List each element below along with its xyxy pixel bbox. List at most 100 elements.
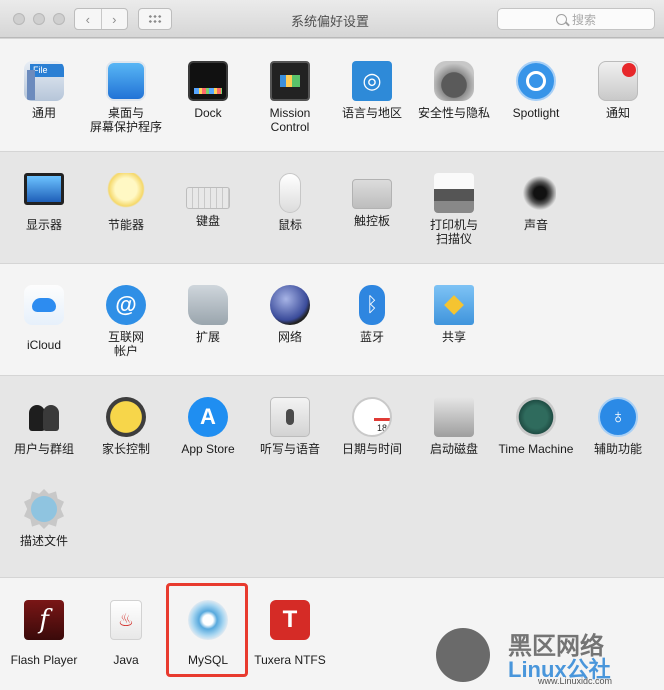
pref-label: 网络 (277, 330, 302, 344)
pref-users-groups[interactable]: 用户与群组 (3, 397, 85, 493)
close-window-button[interactable] (13, 13, 25, 25)
pref-parental-controls[interactable]: 家长控制 (85, 397, 167, 493)
pref-displays[interactable]: 显示器 (3, 173, 85, 269)
mission-control-icon (270, 61, 310, 101)
pref-mission-control[interactable]: Mission Control (249, 61, 331, 157)
pref-network[interactable]: 网络 (249, 285, 331, 381)
pref-label: 打印机与 扫描仪 (429, 218, 478, 246)
mysql-highlight-box (166, 583, 248, 677)
penguin-logo-icon (436, 628, 490, 682)
zoom-window-button[interactable] (53, 13, 65, 25)
pref-sharing[interactable]: 共享 (413, 285, 495, 381)
back-button[interactable]: ‹ (75, 9, 101, 29)
pref-security-privacy[interactable]: 安全性与隐私 (413, 61, 495, 157)
search-placeholder: 搜索 (571, 12, 596, 27)
section-internet: iCloud 互联网 帐户 扩展 网络 蓝牙 共享 (0, 263, 664, 375)
dock-icon (188, 61, 228, 101)
pref-label: 扩展 (195, 330, 220, 344)
pref-dock[interactable]: Dock (167, 61, 249, 157)
pref-general[interactable]: 通用 (3, 61, 85, 157)
pref-mouse[interactable]: 鼠标 (249, 173, 331, 269)
pref-label: Time Machine (498, 442, 574, 456)
pref-label: Dock (194, 106, 222, 120)
display-icon (24, 173, 64, 205)
pref-desktop-screensaver[interactable]: 桌面与 屏幕保护程序 (85, 61, 167, 157)
pref-printers-scanners[interactable]: 打印机与 扫描仪 (413, 173, 495, 269)
pref-time-machine[interactable]: Time Machine (495, 397, 577, 493)
users-icon (24, 397, 64, 437)
pref-extensions[interactable]: 扩展 (167, 285, 249, 381)
general-icon (24, 61, 64, 101)
pref-label: Java (113, 653, 139, 667)
pref-label: Spotlight (512, 106, 560, 120)
keyboard-icon (186, 187, 230, 209)
trackpad-icon (352, 179, 392, 209)
pref-label: 桌面与 屏幕保护程序 (89, 106, 162, 134)
pref-label: 听写与语音 (259, 442, 320, 456)
pref-label: Mission Control (269, 106, 311, 134)
time-machine-icon (516, 397, 556, 437)
grid-icon (148, 14, 162, 24)
pref-flash-player[interactable]: Flash Player (3, 600, 85, 690)
pref-date-time[interactable]: 日期与时间 (331, 397, 413, 493)
pref-java[interactable]: Java (85, 600, 167, 690)
section-system: 用户与群组 家长控制 App Store 听写与语音 日期与时间 启动磁盘 Ti… (0, 375, 664, 577)
show-all-button[interactable] (138, 8, 172, 30)
pref-language-region[interactable]: 语言与地区 (331, 61, 413, 157)
notification-icon (598, 61, 638, 101)
pref-sound[interactable]: 声音 (495, 173, 577, 269)
pref-label: 节能器 (107, 218, 144, 232)
pref-label: 互联网 帐户 (107, 330, 144, 358)
mouse-icon (279, 173, 301, 213)
magnifier-icon (516, 61, 556, 101)
pref-notifications[interactable]: 通知 (577, 61, 659, 157)
pref-startup-disk[interactable]: 启动磁盘 (413, 397, 495, 493)
pref-label: App Store (181, 442, 235, 456)
house-lock-icon (434, 61, 474, 101)
desktop-icon (106, 61, 146, 101)
pref-label: 键盘 (195, 214, 220, 228)
window-title: 系统偏好设置 (290, 14, 369, 29)
flag-icon (352, 61, 392, 101)
pref-label: 启动磁盘 (429, 442, 478, 456)
accessibility-icon (598, 397, 638, 437)
app-store-icon (188, 397, 228, 437)
pref-icloud[interactable]: iCloud (3, 285, 85, 381)
pref-label: iCloud (26, 338, 62, 352)
pref-spotlight[interactable]: Spotlight (495, 61, 577, 157)
pref-dictation-speech[interactable]: 听写与语音 (249, 397, 331, 493)
pref-trackpad[interactable]: 触控板 (331, 173, 413, 269)
microphone-icon (270, 397, 310, 437)
parental-controls-icon (106, 397, 146, 437)
clock-calendar-icon (352, 397, 392, 437)
pref-label: Flash Player (10, 653, 78, 667)
pref-keyboard[interactable]: 键盘 (167, 173, 249, 269)
title-bar: ‹ › 系统偏好设置 搜索 (0, 0, 664, 38)
bluetooth-icon (359, 285, 385, 325)
pref-bluetooth[interactable]: 蓝牙 (331, 285, 413, 381)
pref-label: 辅助功能 (593, 442, 642, 456)
pref-app-store[interactable]: App Store (167, 397, 249, 493)
search-input[interactable]: 搜索 (497, 8, 655, 30)
pref-internet-accounts[interactable]: 互联网 帐户 (85, 285, 167, 381)
pref-label: 蓝牙 (359, 330, 384, 344)
pref-tuxera-ntfs[interactable]: Tuxera NTFS (249, 600, 331, 690)
pref-label: 描述文件 (19, 534, 68, 548)
tuxera-icon (270, 600, 310, 640)
pref-label: Tuxera NTFS (254, 653, 326, 667)
section-personal: 通用 桌面与 屏幕保护程序 Dock Mission Control 语言与地区… (0, 38, 664, 151)
pref-profiles[interactable]: 描述文件 (3, 489, 85, 585)
pref-label: 鼠标 (277, 218, 302, 232)
hard-disk-icon (434, 397, 474, 437)
pref-label: 日期与时间 (341, 442, 402, 456)
pref-accessibility[interactable]: 辅助功能 (577, 397, 659, 493)
watermark-url: www.Linuxidc.com (538, 676, 613, 686)
puzzle-icon (188, 285, 228, 325)
forward-button[interactable]: › (100, 9, 128, 29)
cloud-icon (24, 285, 64, 325)
minimize-window-button[interactable] (33, 13, 45, 25)
pref-energy-saver[interactable]: 节能器 (85, 173, 167, 269)
section-hardware: 显示器 节能器 键盘 鼠标 触控板 打印机与 扫描仪 声音 (0, 151, 664, 263)
search-icon (555, 13, 567, 25)
pref-label: 通知 (605, 106, 630, 120)
